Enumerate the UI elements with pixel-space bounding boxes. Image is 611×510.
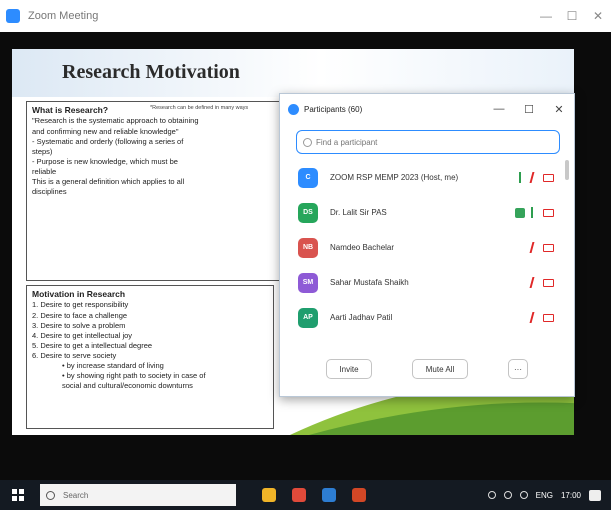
avatar: C <box>298 167 318 188</box>
box-line: disciplines <box>32 187 67 197</box>
participant-name: Sahar Mustafa Shaikh <box>330 278 409 287</box>
maximize-button[interactable]: ☐ <box>559 9 585 23</box>
mic-off-icon[interactable] <box>529 312 539 323</box>
box-line: steps) <box>32 146 53 156</box>
chrome-icon[interactable] <box>292 488 306 502</box>
mic-on-icon[interactable] <box>519 172 525 183</box>
video-off-icon[interactable] <box>543 208 554 217</box>
mic-on-icon[interactable] <box>531 207 537 218</box>
participants-footer: Invite Mute All ··· <box>280 354 576 384</box>
list-item: 6. Desire to serve society <box>32 351 117 361</box>
participants-panel: Participants (60) — ☐ ✕ C ZOOM RSP MEMP … <box>279 93 575 397</box>
mic-off-icon[interactable] <box>529 242 539 253</box>
mic-off-icon[interactable] <box>529 172 539 183</box>
raise-hand-icon <box>515 207 525 218</box>
volume-icon[interactable] <box>519 491 528 499</box>
participant-row[interactable]: C ZOOM RSP MEMP 2023 (Host, me) <box>280 160 574 195</box>
windows-start-icon[interactable] <box>12 489 24 501</box>
video-off-icon[interactable] <box>543 313 554 322</box>
participant-name: Dr. Lalit Sir PAS <box>330 208 387 217</box>
mute-all-button[interactable]: Mute All <box>412 359 468 379</box>
participant-row[interactable]: DS Dr. Lalit Sir PAS <box>280 195 574 230</box>
window-titlebar: Zoom Meeting — ☐ ✕ <box>0 0 611 32</box>
participant-name: Aarti Jadhav Patil <box>330 313 393 322</box>
zoom-icon <box>288 103 299 115</box>
list-subitem: • by increase standard of living <box>62 361 164 371</box>
what-is-research-box: What is Research? "Research is the syste… <box>26 101 280 281</box>
minimize-button[interactable]: — <box>533 9 559 23</box>
slide-header: Research Motivation <box>12 49 574 97</box>
zoom-app-icon <box>6 9 20 23</box>
participant-row[interactable]: SM Sahar Mustafa Shaikh <box>280 265 574 300</box>
network-icon[interactable] <box>503 491 512 499</box>
system-tray: ENG 17:00 <box>487 489 601 501</box>
participant-list: C ZOOM RSP MEMP 2023 (Host, me) DS Dr. L… <box>280 160 574 335</box>
video-off-icon[interactable] <box>543 278 554 287</box>
participant-search-input[interactable] <box>316 137 536 147</box>
avatar: AP <box>298 307 318 328</box>
participants-scrollbar[interactable] <box>565 160 569 180</box>
search-icon <box>303 137 312 147</box>
list-subitem: social and cultural/economic downturns <box>62 381 193 391</box>
file-explorer-icon[interactable] <box>262 488 276 502</box>
list-item: 1. Desire to get responsibility <box>32 300 129 310</box>
chevron-up-icon[interactable] <box>487 491 496 499</box>
box-heading: Motivation in Research <box>32 289 126 299</box>
box-heading: What is Research? <box>32 105 109 115</box>
taskbar-search[interactable]: Search <box>40 484 236 506</box>
box-line: - Purpose is new knowledge, which must b… <box>32 156 178 166</box>
list-item: 5. Desire to get a intellectual degree <box>32 340 153 350</box>
taskbar: Search ENG 17:00 <box>0 480 611 510</box>
box-line: This is a general definition which appli… <box>32 177 185 187</box>
participants-header: Participants (60) — ☐ ✕ <box>280 94 574 124</box>
participant-name: ZOOM RSP MEMP 2023 (Host, me) <box>330 173 459 182</box>
participant-name: Namdeo Bachelar <box>330 243 395 252</box>
mic-off-icon[interactable] <box>529 277 539 288</box>
motivation-box: Motivation in Research 1. Desire to get … <box>26 285 274 429</box>
slide-title: Research Motivation <box>62 61 240 83</box>
box-line: and confirming new and reliable knowledg… <box>32 126 179 136</box>
taskbar-search-label: Search <box>63 490 89 500</box>
box-line: "Research is the systematic approach to … <box>32 116 199 126</box>
list-item: 3. Desire to solve a problem <box>32 320 126 330</box>
avatar: SM <box>298 272 318 293</box>
list-item: 2. Desire to face a challenge <box>32 310 128 320</box>
store-icon[interactable] <box>322 488 336 502</box>
more-options-button[interactable]: ··· <box>508 359 528 379</box>
box-line: reliable <box>32 167 57 177</box>
box-line: - Systematic and orderly (following a se… <box>32 136 184 146</box>
clock[interactable]: 17:00 <box>561 491 581 500</box>
participant-row[interactable]: AP Aarti Jadhav Patil <box>280 300 574 335</box>
participants-title: Participants (60) <box>304 104 363 114</box>
avatar: DS <box>298 202 318 223</box>
participant-row[interactable]: NB Namdeo Bachelar <box>280 230 574 265</box>
ppt-icon[interactable] <box>352 488 366 502</box>
avatar: NB <box>298 237 318 258</box>
language-indicator[interactable]: ENG <box>536 491 553 500</box>
list-item: 4. Desire to get intellectual joy <box>32 330 133 340</box>
panel-maximize-button[interactable]: ☐ <box>514 103 544 116</box>
search-icon <box>46 490 55 500</box>
invite-button[interactable]: Invite <box>326 359 372 379</box>
video-off-icon[interactable] <box>543 173 554 182</box>
panel-close-button[interactable]: ✕ <box>544 103 574 116</box>
panel-minimize-button[interactable]: — <box>484 103 514 116</box>
list-subitem: • by showing right path to society in ca… <box>62 371 206 381</box>
window-title: Zoom Meeting <box>28 10 99 22</box>
participant-search[interactable] <box>296 130 560 154</box>
video-off-icon[interactable] <box>543 243 554 252</box>
close-button[interactable]: ✕ <box>585 9 611 23</box>
notification-icon[interactable] <box>589 489 601 501</box>
